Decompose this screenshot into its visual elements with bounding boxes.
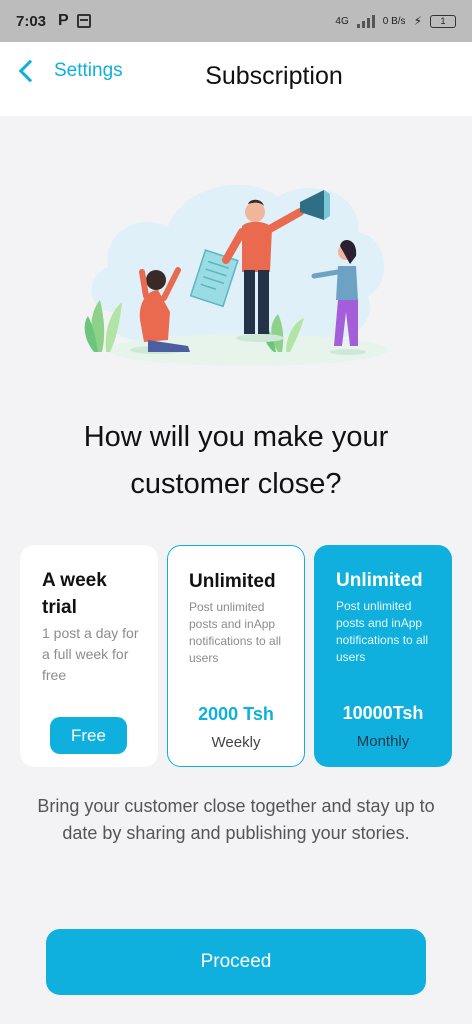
plan-price: 10000Tsh xyxy=(342,703,424,723)
hero-illustration xyxy=(84,184,388,366)
parking-app-icon: P xyxy=(58,12,69,29)
battery-icon: 1 xyxy=(430,14,456,28)
plans: A week trial 1 post a day for a full wee… xyxy=(20,545,452,767)
plan-card-monthly[interactable]: Unlimited Post unlimited posts and inApp… xyxy=(314,545,452,767)
plan-period: Weekly xyxy=(211,734,261,751)
plan-title: Unlimited xyxy=(189,571,276,592)
signal-icon xyxy=(356,14,375,28)
plan-price: 2000 Tsh xyxy=(198,704,274,724)
plan-description: Post unlimited posts and inApp notificat… xyxy=(336,599,429,664)
free-button[interactable]: Free xyxy=(50,717,127,754)
navigation-bar: Settings Subscription xyxy=(0,42,472,116)
plan-title: Unlimited xyxy=(336,570,423,591)
headline: How will you make your customer close? xyxy=(83,421,389,500)
battery-level: 1 xyxy=(440,16,446,26)
network-type: 4G xyxy=(335,15,349,27)
page-title: Subscription xyxy=(205,62,343,90)
status-right: 4G 0 B/s ⚡ 1 xyxy=(335,14,456,28)
plan-description: Post unlimited posts and inApp notificat… xyxy=(189,600,282,665)
plan-card-trial[interactable]: A week trial 1 post a day for a full wee… xyxy=(20,545,158,767)
plan-period: Monthly xyxy=(356,733,410,750)
network-speed: 0 B/s xyxy=(382,15,406,27)
plan-title: A week trial xyxy=(42,570,107,618)
proceed-button[interactable]: Proceed xyxy=(46,929,426,995)
status-bar: 7:03 P 4G 0 B/s ⚡ 1 xyxy=(0,0,472,42)
plan-description: 1 post a day for a full week for free xyxy=(42,625,139,683)
charging-icon: ⚡ xyxy=(413,14,422,28)
description-text: Bring your customer close together and s… xyxy=(37,796,435,843)
plan-card-weekly[interactable]: Unlimited Post unlimited posts and inApp… xyxy=(167,545,305,767)
calendar-icon xyxy=(76,14,91,28)
status-time: 7:03 xyxy=(16,12,47,30)
